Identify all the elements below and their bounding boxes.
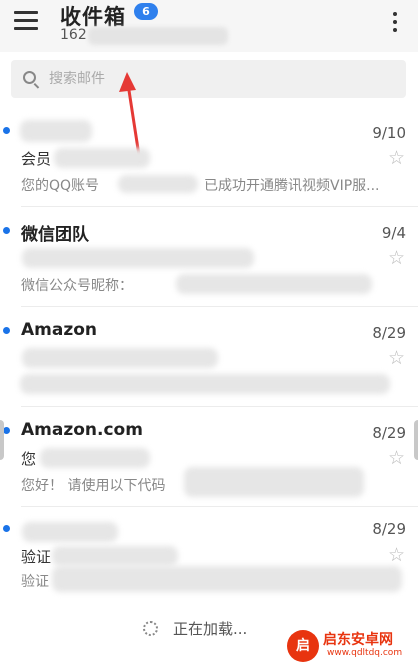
watermark-badge-icon: 启 (287, 630, 319, 662)
divider (21, 206, 418, 207)
star-icon[interactable]: ☆ (388, 149, 405, 168)
redacted-subject (22, 348, 218, 368)
mail-preview: 您的QQ账号 (21, 178, 100, 194)
search-icon (23, 71, 36, 84)
star-icon[interactable]: ☆ (388, 546, 405, 565)
redacted-subject (22, 248, 254, 268)
mail-preview: 微信公众号昵称： (21, 278, 133, 294)
mail-sender: 微信团队 (21, 225, 89, 245)
mail-item[interactable]: 微信团队 9/4 ☆ 微信公众号昵称： (0, 208, 418, 308)
unread-dot (3, 327, 10, 334)
mail-preview: 验证 (21, 574, 49, 590)
redacted-account (88, 27, 228, 45)
watermark-logo: 启 启东安卓网 www.qdltdq.com (287, 626, 418, 665)
divider (21, 406, 418, 407)
star-icon[interactable]: ☆ (388, 449, 405, 468)
mail-date: 8/29 (372, 520, 406, 538)
star-icon[interactable]: ☆ (388, 249, 405, 268)
unread-count-badge: 6 (134, 3, 158, 20)
unread-dot (3, 525, 10, 532)
account-address: 162 (60, 27, 87, 43)
watermark-brand: 启东安卓网 (323, 632, 393, 648)
unread-dot (3, 427, 10, 434)
mail-item[interactable]: Amazon.com 8/29 您 ☆ 您好！ 请使用以下代码 (0, 408, 418, 508)
search-bar[interactable] (11, 60, 406, 98)
search-input[interactable] (49, 60, 389, 98)
redacted-sender (22, 522, 118, 542)
menu-icon[interactable] (14, 10, 38, 32)
mail-sender: Amazon.com (21, 420, 143, 440)
mail-subject: 会员 (21, 150, 52, 168)
mail-preview: 您好！ 请使用以下代码 (21, 478, 166, 494)
mail-date: 9/4 (381, 224, 406, 242)
redacted-subject (54, 148, 150, 168)
left-edge-handle (0, 420, 4, 460)
mail-date: 9/10 (372, 124, 406, 142)
mail-date: 8/29 (372, 324, 406, 342)
redacted-preview (20, 374, 390, 394)
watermark-url: www.qdltdq.com (327, 648, 403, 658)
mail-date: 8/29 (372, 424, 406, 442)
star-icon[interactable]: ☆ (388, 349, 405, 368)
right-edge-handle (414, 420, 418, 460)
divider (21, 506, 418, 507)
divider (21, 306, 418, 307)
unread-dot (3, 227, 10, 234)
spinner-icon (143, 621, 158, 636)
mail-subject: 您 (21, 450, 37, 468)
mail-preview-tail: 已成功开通腾讯视频VIP服... (204, 178, 380, 194)
redacted-subject (52, 546, 178, 566)
mail-sender: Amazon (21, 320, 98, 340)
redacted-sender (20, 120, 92, 142)
redacted-subject (40, 448, 150, 468)
mail-item[interactable]: Amazon 8/29 ☆ (0, 308, 418, 408)
redacted-preview (184, 467, 364, 497)
unread-dot (3, 127, 10, 134)
redacted-preview (52, 566, 402, 592)
more-options-icon[interactable] (390, 10, 400, 34)
mail-item[interactable]: 8/29 验证 ☆ 验证 (0, 508, 418, 608)
redacted-preview (118, 175, 198, 193)
mail-subject: 验证 (21, 548, 52, 566)
redacted-preview (176, 274, 372, 294)
loading-text: 正在加载... (173, 620, 248, 638)
mail-item[interactable]: 9/10 会员 ☆ 您的QQ账号 已成功开通腾讯视频VIP服... (0, 108, 418, 208)
app-header: 收件箱 6 162 (0, 0, 418, 52)
